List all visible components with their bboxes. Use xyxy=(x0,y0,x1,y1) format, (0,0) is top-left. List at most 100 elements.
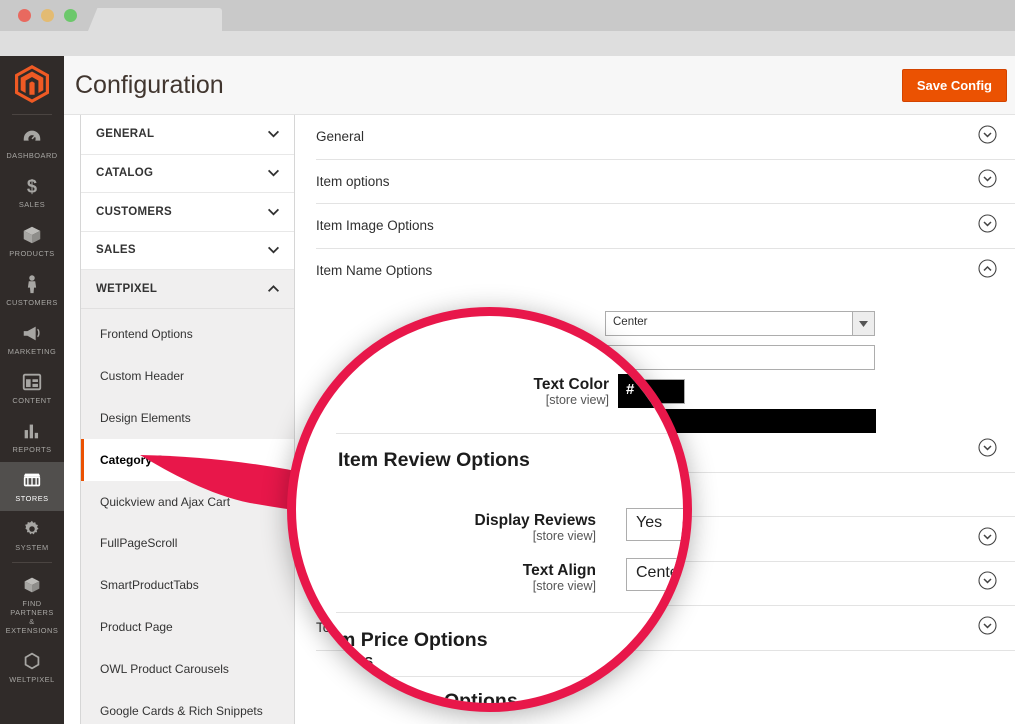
expand-collapse-icon[interactable] xyxy=(978,125,997,149)
sidebar-item-reports[interactable]: REPORTS xyxy=(0,413,64,462)
sidebar-divider xyxy=(12,114,52,115)
chevron-down-circle-icon xyxy=(978,214,997,233)
sidebar-item-find-partners[interactable]: FIND PARTNERS & EXTENSIONS xyxy=(0,567,64,643)
chevron-down-circle-icon xyxy=(978,527,997,546)
nav-subitem-label: SmartProductTabs xyxy=(100,578,199,592)
browser-titlebar xyxy=(0,0,1015,31)
fieldset-label: Item Name Options xyxy=(316,263,432,278)
nav-subitem-label: Google Cards & Rich Snippets xyxy=(100,704,263,718)
magnified-display-reviews-select[interactable]: Yes xyxy=(626,508,692,541)
field-label-text: Text Align xyxy=(523,562,596,579)
box-icon xyxy=(20,224,44,246)
sidebar-item-label: SYSTEM xyxy=(2,543,62,552)
sidebar-item-design-elements[interactable]: Design Elements xyxy=(81,397,294,439)
person-icon xyxy=(20,273,44,295)
sidebar-item-fullpagescroll[interactable]: FullPageScroll xyxy=(81,522,294,564)
chevron-down-circle-icon xyxy=(978,169,997,188)
expand-collapse-icon[interactable] xyxy=(978,571,997,595)
sidebar-item-label: CUSTOMERS xyxy=(2,298,62,307)
expand-collapse-icon[interactable] xyxy=(978,214,997,238)
expand-collapse-icon[interactable] xyxy=(978,259,997,283)
nav-subitem-label: Product Page xyxy=(100,620,173,634)
select-value: Yes xyxy=(636,514,662,531)
nav-section-label: CATALOG xyxy=(96,167,153,179)
sidebar-item-label: PRODUCTS xyxy=(2,249,62,258)
fieldset-item-options[interactable]: Item options xyxy=(316,160,1015,205)
sidebar-item-owl-product-carousels[interactable]: OWL Product Carousels xyxy=(81,648,294,690)
magento-logo[interactable] xyxy=(0,56,64,112)
magento-logo-icon xyxy=(15,65,49,103)
magnified-section-heading: Item Review Options xyxy=(338,449,530,472)
sidebar-item-marketing[interactable]: MARKETING xyxy=(0,315,64,364)
sidebar-item-stores[interactable]: STORES xyxy=(0,462,64,511)
magnified-options-label: Options xyxy=(444,690,518,712)
save-config-button[interactable]: Save Config xyxy=(902,69,1007,102)
sidebar-item-label: DASHBOARD xyxy=(2,151,62,160)
sidebar-item-custom-header[interactable]: Custom Header xyxy=(81,355,294,397)
bar-chart-icon xyxy=(20,420,44,442)
configuration-nav: GENERAL CATALOG CUSTOMERS SALES WETPIXEL… xyxy=(80,115,295,724)
screenshot-root: DASHBOARD $ SALES PRODUCTS CUSTOMERS xyxy=(0,0,1015,724)
nav-subitem-label: FullPageScroll xyxy=(100,536,177,550)
fieldset-label: Item options xyxy=(316,174,390,189)
nav-section-wetpixel[interactable]: WETPIXEL xyxy=(81,269,294,308)
sidebar-item-quickview-ajax-cart[interactable]: Quickview and Ajax Cart xyxy=(81,481,294,523)
package-icon xyxy=(20,574,44,596)
fieldset-general[interactable]: General xyxy=(316,115,1015,160)
dollar-icon: $ xyxy=(20,175,44,197)
magnified-text-align-select[interactable]: Center xyxy=(626,558,692,591)
magnifier-content: Text Color [store view] # Item Review Op… xyxy=(296,316,692,712)
sidebar-item-label: MARKETING xyxy=(2,347,62,356)
magnified-text-color-label: Text Color [store view] xyxy=(534,376,610,407)
sidebar-item-google-cards[interactable]: Google Cards & Rich Snippets xyxy=(81,690,294,724)
expand-collapse-icon[interactable] xyxy=(978,169,997,193)
sidebar-item-weltpixel[interactable]: WELTPIXEL xyxy=(0,643,64,692)
field-label-text: Text Color xyxy=(534,376,610,393)
expand-collapse-icon[interactable] xyxy=(978,527,997,551)
fieldset-item-name-options[interactable]: Item Name Options xyxy=(316,249,1015,294)
chevron-down-icon xyxy=(267,130,280,138)
nav-subitems: Frontend Options Custom Header Design El… xyxy=(81,308,294,724)
sidebar-item-category-page[interactable]: Category Page xyxy=(81,439,294,481)
sidebar-item-sales[interactable]: $ SALES xyxy=(0,168,64,217)
close-window-button[interactable] xyxy=(18,9,31,22)
nav-section-catalog[interactable]: CATALOG xyxy=(81,154,294,193)
maximize-window-button[interactable] xyxy=(64,9,77,22)
sidebar-item-label: CONTENT xyxy=(2,396,62,405)
sidebar-item-dashboard[interactable]: DASHBOARD xyxy=(0,119,64,168)
chevron-down-circle-icon xyxy=(978,571,997,590)
sidebar-divider-2 xyxy=(12,562,52,563)
chevron-down-circle-icon xyxy=(978,125,997,144)
sidebar-item-products[interactable]: PRODUCTS xyxy=(0,217,64,266)
sidebar-item-product-page[interactable]: Product Page xyxy=(81,606,294,648)
page-header: Configuration Save Config xyxy=(64,56,1015,115)
expand-collapse-icon[interactable] xyxy=(978,438,997,462)
sidebar-item-system[interactable]: SYSTEM xyxy=(0,511,64,560)
sidebar-item-customers[interactable]: CUSTOMERS xyxy=(0,266,64,315)
nav-section-label: CUSTOMERS xyxy=(96,206,172,218)
sidebar-item-frontend-options[interactable]: Frontend Options xyxy=(81,314,294,356)
expand-collapse-icon[interactable] xyxy=(978,616,997,640)
nav-subitem-label: OWL Product Carousels xyxy=(100,662,229,676)
browser-toolbar xyxy=(0,31,1015,56)
gear-icon xyxy=(20,518,44,540)
chevron-down-icon xyxy=(267,169,280,177)
nav-section-customers[interactable]: CUSTOMERS xyxy=(81,192,294,231)
magnified-divider xyxy=(336,433,692,434)
nav-section-general[interactable]: GENERAL xyxy=(81,115,294,154)
browser-tab[interactable] xyxy=(88,8,222,31)
chevron-up-circle-icon xyxy=(978,259,997,278)
nav-section-sales[interactable]: SALES xyxy=(81,231,294,270)
minimize-window-button[interactable] xyxy=(41,9,54,22)
sidebar-item-smartproducttabs[interactable]: SmartProductTabs xyxy=(81,564,294,606)
fieldset-label: General xyxy=(316,129,364,144)
sidebar-item-content[interactable]: CONTENT xyxy=(0,364,64,413)
sidebar-item-label: WELTPIXEL xyxy=(2,675,62,684)
select-value: Center xyxy=(636,564,684,581)
fieldset-item-image-options[interactable]: Item Image Options xyxy=(316,204,1015,249)
field-label-text: Display Reviews xyxy=(475,512,596,529)
magnified-text-align-label: Text Align [store view] xyxy=(523,562,596,593)
svg-text:$: $ xyxy=(27,175,37,196)
megaphone-icon xyxy=(20,322,44,344)
magnified-text-color-input[interactable]: # xyxy=(618,374,692,408)
